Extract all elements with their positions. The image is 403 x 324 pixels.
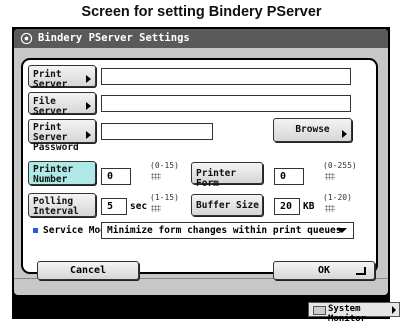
printer-form-field[interactable]: 0 (274, 168, 304, 185)
buffer-size-unit: KB (303, 201, 315, 212)
arrow-right-icon (86, 102, 91, 110)
arrow-right-icon (342, 130, 347, 138)
polling-interval-field[interactable]: 5 (101, 198, 127, 215)
printer-number-button[interactable]: Printer Number (28, 161, 96, 185)
window-title: Bindery PServer Settings (38, 32, 190, 44)
buffer-size-range: (1-20) (323, 193, 352, 202)
monitor-icon (313, 306, 326, 315)
print-server-button[interactable]: Print Server (28, 65, 96, 90)
buffer-size-label: Buffer Size (196, 200, 259, 211)
service-mode-bullet-icon (33, 228, 38, 233)
file-server-field[interactable] (101, 95, 351, 112)
printer-form-button[interactable]: Printer Form (191, 162, 263, 189)
title-bar: Bindery PServer Settings (14, 29, 388, 48)
file-server-button[interactable]: File Server (28, 92, 96, 117)
service-mode-select[interactable]: Minimize form changes within print queue… (101, 222, 354, 239)
keypad-icon (325, 173, 335, 180)
service-mode-value: Minimize form changes within print queue… (107, 225, 342, 236)
system-monitor-button[interactable]: System Monitor (308, 302, 400, 324)
chevron-down-icon (337, 228, 347, 233)
page-caption: Screen for setting Bindery PServer (81, 4, 322, 20)
arrow-right-icon (86, 75, 91, 83)
browse-label: Browse (295, 124, 330, 135)
buffer-size-field[interactable]: 20 (274, 198, 300, 215)
printer-form-range: (0-255) (323, 161, 357, 170)
arrow-right-icon (392, 306, 396, 314)
buffer-size-button[interactable]: Buffer Size (191, 194, 263, 216)
printer-form-label: Printer Form (196, 168, 237, 189)
cancel-label: Cancel (69, 265, 107, 276)
print-server-password-button[interactable]: Print Server Password (28, 119, 96, 153)
printer-number-field[interactable]: 0 (101, 168, 131, 185)
printer-number-label-line2: Number (33, 174, 68, 185)
print-server-label: Print Server (33, 69, 68, 90)
browse-button[interactable]: Browse (273, 118, 352, 142)
ok-label: OK (317, 265, 331, 276)
polling-interval-button[interactable]: Polling Interval (28, 193, 96, 217)
file-server-label: File Server (33, 96, 68, 117)
enter-icon (356, 267, 366, 275)
arrow-right-icon (86, 131, 91, 139)
polling-interval-label-line2: Interval (33, 206, 79, 217)
cancel-button[interactable]: Cancel (37, 261, 139, 280)
printer-number-range: (0-15) (150, 161, 179, 170)
password-label-line2: Password (33, 142, 79, 153)
polling-interval-range: (1-15) (150, 193, 179, 202)
keypad-icon (325, 205, 335, 212)
print-server-field[interactable] (101, 68, 351, 85)
ok-button[interactable]: OK (273, 261, 375, 280)
polling-interval-unit: sec (130, 201, 148, 212)
settings-panel: Print Server File Server Print Server Pa… (21, 58, 378, 274)
keypad-icon (151, 205, 161, 212)
settings-gear-icon (20, 32, 33, 45)
settings-screen: Bindery PServer Settings Print Server Fi… (14, 29, 388, 295)
keypad-icon (151, 173, 161, 180)
password-field[interactable] (101, 123, 213, 140)
system-monitor-label: System Monitor (328, 304, 366, 324)
